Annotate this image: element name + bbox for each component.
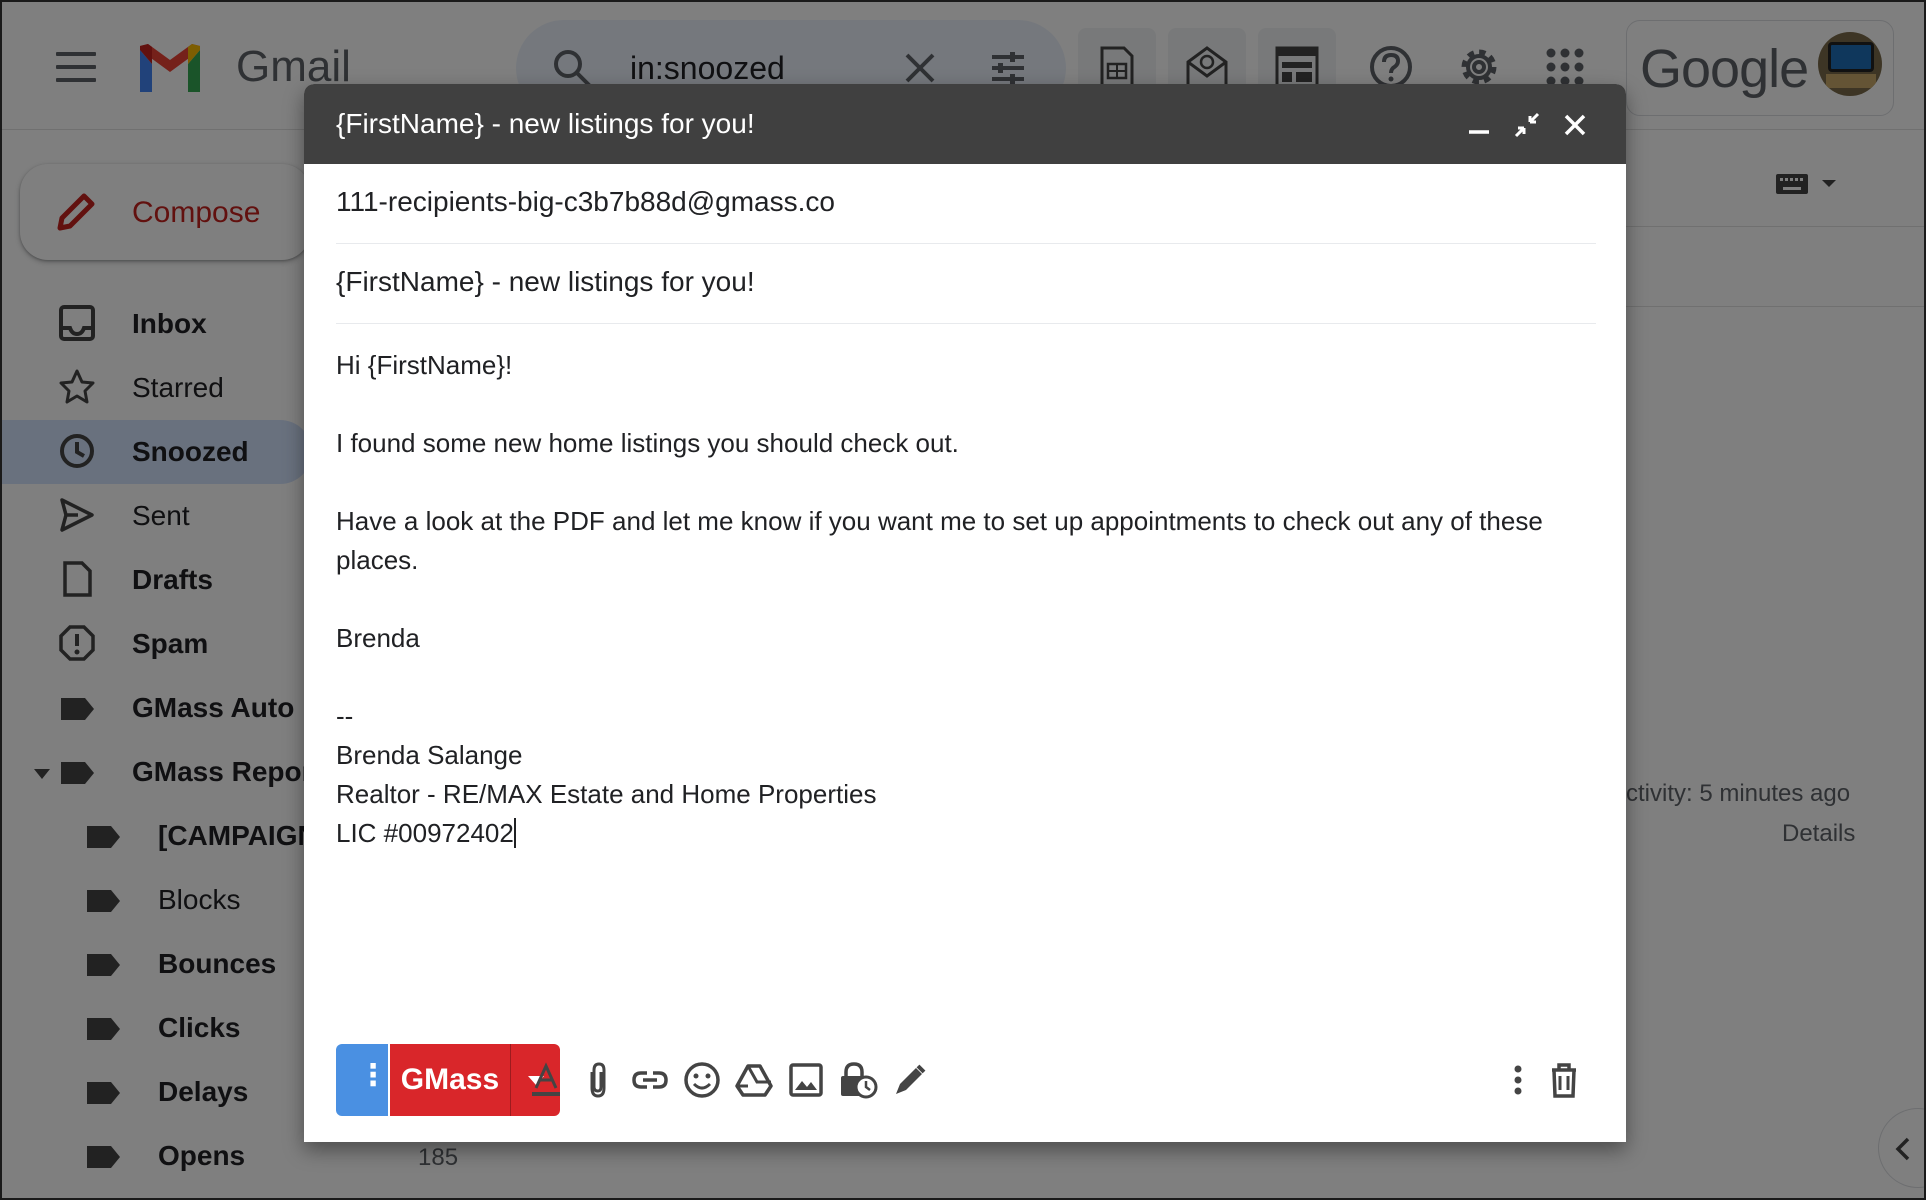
attach-paperclip-icon[interactable] [578, 1060, 618, 1100]
recipients-field[interactable]: 111-recipients-big-c3b7b88d@gmass.co [336, 164, 1596, 244]
close-icon[interactable] [1560, 110, 1590, 140]
body-line: LIC #00972402 [336, 818, 514, 848]
insert-link-icon[interactable] [630, 1060, 670, 1100]
signature-license-line: LIC #00972402 [336, 814, 1596, 853]
exit-fullscreen-icon[interactable] [1512, 110, 1542, 140]
body-line [336, 658, 1596, 697]
body-line: -- [336, 701, 354, 731]
text-cursor [513, 818, 516, 848]
message-body[interactable]: Hi {FirstName}! I found some new home li… [336, 346, 1596, 853]
text-format-icon[interactable] [526, 1060, 566, 1100]
body-line: Hi {FirstName}! [336, 350, 513, 380]
compose-dialog: {FirstName} - new listings for you! 111-… [304, 84, 1626, 1142]
body-line: Realtor - RE/MAX Estate and Home Propert… [336, 779, 877, 809]
compose-header[interactable]: {FirstName} - new listings for you! [304, 84, 1626, 164]
body-line [336, 580, 1596, 619]
body-line: Have a look at the PDF and let me know i… [336, 506, 1543, 575]
more-options-icon[interactable] [1498, 1060, 1538, 1100]
minimize-icon[interactable] [1464, 110, 1494, 140]
emoji-icon[interactable] [682, 1060, 722, 1100]
subject-field[interactable]: {FirstName} - new listings for you! [336, 244, 1596, 324]
subject-text[interactable]: {FirstName} - new listings for you! [336, 266, 755, 298]
insert-photo-icon[interactable] [786, 1060, 826, 1100]
discard-trash-icon[interactable] [1544, 1060, 1584, 1100]
screen: Gmail in:snoozed [0, 0, 1926, 1200]
gmass-settings-button[interactable]: ⋮ [336, 1044, 388, 1116]
recipient-address[interactable]: 111-recipients-big-c3b7b88d@gmass.co [336, 186, 835, 218]
body-line: I found some new home listings you shoul… [336, 428, 959, 458]
signature-pen-icon[interactable] [890, 1060, 930, 1100]
more-options-glyph: ⋮ [358, 1059, 388, 1092]
body-line: Brenda Salange [336, 740, 523, 770]
body-line [336, 385, 1596, 424]
confidential-mode-icon[interactable] [838, 1060, 878, 1100]
compose-title: {FirstName} - new listings for you! [336, 108, 755, 139]
gmass-send-button[interactable]: GMass [390, 1044, 510, 1116]
google-drive-icon[interactable] [734, 1060, 774, 1100]
body-line: Brenda [336, 623, 420, 653]
body-line [336, 463, 1596, 502]
